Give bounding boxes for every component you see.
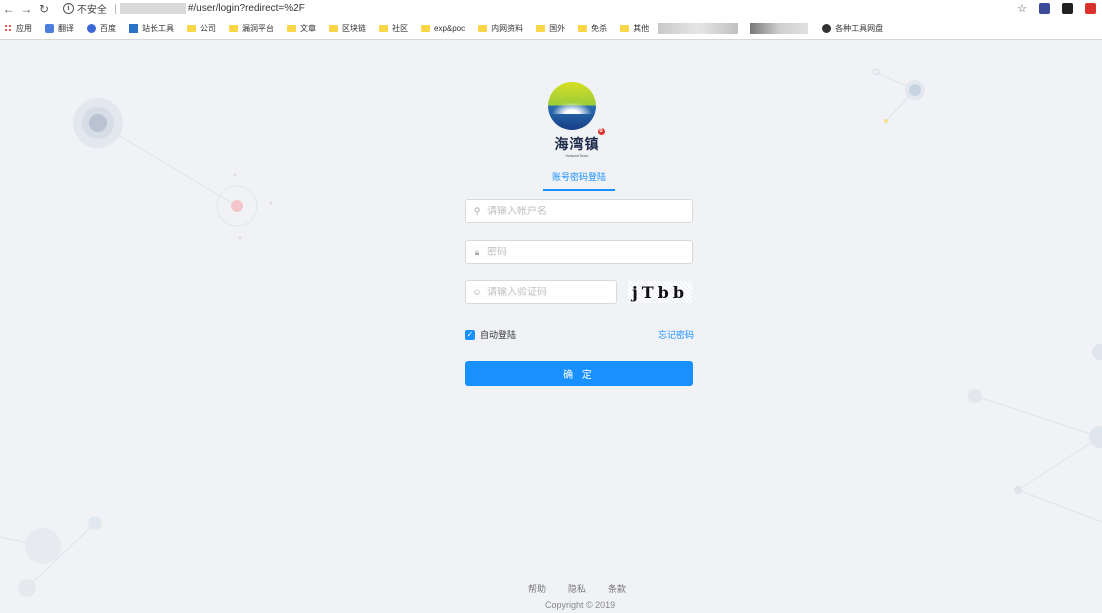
footer-link-help[interactable]: 帮助: [528, 582, 546, 595]
folder-icon: [421, 24, 430, 32]
folder-icon: [329, 24, 338, 32]
bookmark-webmaster[interactable]: 站长工具: [125, 23, 183, 34]
logo-emblem: [548, 82, 596, 130]
bookmark-label: 站长工具: [142, 23, 174, 33]
brand-name: 海湾镇 0: [547, 128, 607, 154]
username-input[interactable]: [487, 205, 667, 217]
folder-icon: [229, 24, 238, 32]
bookmark-folder[interactable]: 文章: [283, 23, 325, 34]
bookmark-label: 区块链: [342, 23, 366, 33]
forward-icon[interactable]: →: [18, 2, 36, 16]
lock-icon: 🔒︎: [474, 246, 480, 257]
bookmark-tools[interactable]: 各种工具网盘: [818, 23, 892, 34]
bookmark-translate[interactable]: 翻译: [41, 23, 83, 34]
bookmark-label: exp&poc: [434, 23, 466, 33]
info-icon: i: [62, 3, 74, 14]
bookmark-folder[interactable]: exp&poc: [417, 24, 474, 33]
bookmark-label: 文章: [300, 23, 316, 33]
extension-icon[interactable]: [1062, 3, 1074, 14]
brand-logo: 海湾镇 0 HaiwanTown: [547, 82, 607, 158]
folder-icon: [379, 24, 388, 32]
back-icon[interactable]: ←: [0, 2, 18, 16]
bookmark-apps[interactable]: 应用: [0, 23, 41, 34]
bookmark-label: 社区: [392, 23, 408, 33]
bookmark-folder[interactable]: 免杀: [574, 23, 616, 34]
bookmark-folder[interactable]: 其他: [616, 23, 658, 34]
bookmark-label: 公司: [200, 23, 216, 33]
remember-checkbox[interactable]: ✓: [465, 329, 475, 340]
bookmark-folder[interactable]: 公司: [183, 23, 225, 34]
remember-me[interactable]: ✓ 自动登陆: [465, 328, 516, 341]
redacted-bookmark[interactable]: [750, 22, 809, 34]
bookmark-label: 免杀: [591, 23, 608, 33]
baidu-icon: [87, 23, 96, 33]
bookmark-folder[interactable]: 区块链: [325, 23, 375, 34]
bookmark-label: 内网资料: [491, 23, 524, 33]
remember-label: 自动登陆: [480, 330, 517, 340]
toolbar-icons: ☆: [1017, 2, 1102, 15]
bookmark-label: 翻译: [58, 23, 74, 33]
redacted-bookmark[interactable]: [658, 22, 739, 34]
username-field[interactable]: ⚲: [465, 199, 693, 223]
password-field[interactable]: 🔒︎: [465, 240, 693, 264]
footer-links: 帮助 隐私 条款: [528, 582, 626, 595]
extension-icon[interactable]: [1039, 3, 1051, 14]
bookmark-label: 应用: [16, 23, 32, 33]
omnibox[interactable]: i 不安全 #/user/login?redirect=%2F: [58, 1, 1018, 16]
bookmark-folder[interactable]: 社区: [375, 23, 417, 34]
submit-button[interactable]: 确 定: [465, 361, 693, 386]
user-icon: ⚲: [473, 205, 481, 216]
brand-name-text: 海湾镇: [554, 137, 600, 153]
bookmark-label: 漏洞平台: [242, 23, 274, 33]
bookmarks-bar: 应用 翻译 百度 站长工具 公司 漏洞平台 文章 区块链 社区 exp&poc …: [0, 17, 1102, 40]
folder-icon: [536, 24, 546, 32]
translate-icon: [45, 23, 54, 33]
apps-icon: [4, 24, 12, 32]
browser-address-bar: ← → ↻ i 不安全 #/user/login?redirect=%2F ☆: [0, 0, 1102, 17]
brand-badge: 0: [598, 128, 605, 135]
folder-icon: [578, 24, 588, 32]
bookmark-baidu[interactable]: 百度: [83, 23, 125, 34]
divider: [114, 3, 116, 14]
folder-icon: [187, 24, 196, 32]
folder-icon: [478, 24, 488, 32]
security-label: 不安全: [76, 5, 107, 16]
security-indicator[interactable]: i 不安全: [59, 1, 111, 16]
bookmark-label: 其他: [633, 23, 650, 33]
forgot-password-link[interactable]: 忘记密码: [658, 328, 694, 341]
url-path: #/user/login?redirect=%2F: [187, 3, 305, 14]
extension-icon[interactable]: [1085, 3, 1097, 14]
folder-icon: [620, 24, 630, 32]
bookmark-label: 国外: [549, 23, 566, 33]
captcha-input[interactable]: [487, 286, 607, 298]
captcha-image[interactable]: jTbb: [628, 281, 692, 303]
bookmark-folder[interactable]: 内网资料: [474, 23, 532, 34]
password-input[interactable]: [487, 246, 667, 258]
captcha-icon: ☺: [472, 287, 482, 297]
star-icon[interactable]: ☆: [1017, 2, 1027, 15]
captcha-field[interactable]: ☺: [465, 280, 617, 304]
bookmark-label: 各种工具网盘: [835, 23, 884, 33]
footer-link-privacy[interactable]: 隐私: [568, 582, 586, 595]
bookmark-folder[interactable]: 漏洞平台: [225, 23, 283, 34]
copyright: Copyright © 2019: [545, 600, 616, 610]
footer-link-terms[interactable]: 条款: [608, 582, 626, 595]
folder-icon: [287, 24, 296, 32]
redacted-host: [119, 3, 186, 14]
bookmark-folder[interactable]: 国外: [532, 23, 574, 34]
chart-icon: [129, 23, 138, 33]
login-page: 海湾镇 0 HaiwanTown 账号密码登陆 ⚲ 🔒︎ ☺ jTbb ✓ 自动…: [0, 40, 1102, 613]
tab-account-login[interactable]: 账号密码登陆: [543, 170, 615, 191]
globe-icon: [822, 23, 832, 33]
bookmark-label: 百度: [100, 23, 116, 33]
reload-icon[interactable]: ↻: [35, 2, 53, 16]
